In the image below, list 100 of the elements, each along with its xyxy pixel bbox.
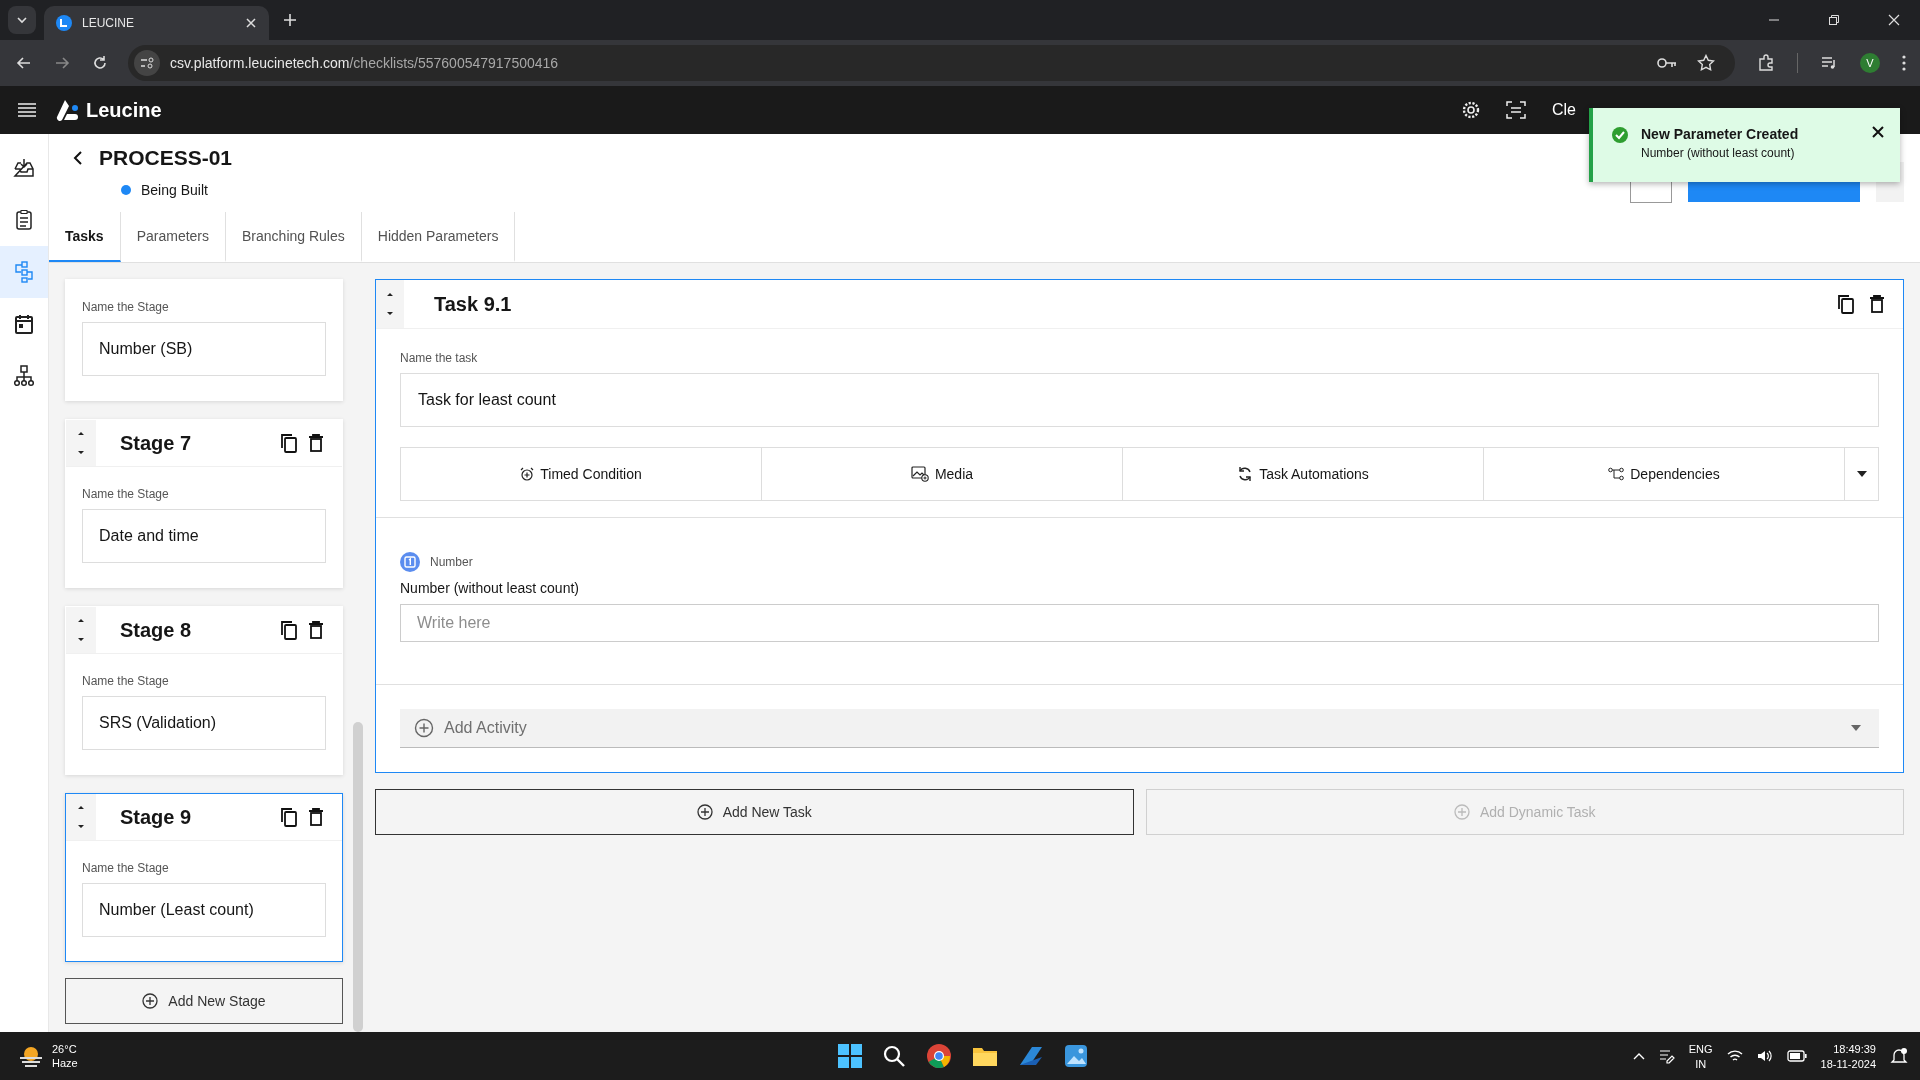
parameter-input-field[interactable]: Write here xyxy=(400,604,1879,642)
toast-title: New Parameter Created xyxy=(1641,126,1800,142)
field-label: Name the Stage xyxy=(82,300,170,314)
extensions-icon[interactable] xyxy=(1757,54,1775,72)
field-label: Name the task xyxy=(400,351,479,365)
delete-icon[interactable] xyxy=(308,434,324,452)
flowchart-icon xyxy=(13,261,35,283)
copy-icon[interactable] xyxy=(1837,294,1855,314)
tab[interactable]: Branching Rules xyxy=(226,212,362,262)
stage-card[interactable]: Stage 7 Name the Stage Date and time xyxy=(65,419,343,588)
volume-icon[interactable] xyxy=(1756,1049,1773,1063)
process-title: PROCESS-01 xyxy=(99,146,233,170)
field-label: Name the Stage xyxy=(82,674,170,688)
app-logo-text: Leucine xyxy=(86,98,162,122)
add-task-button[interactable]: Add New Task xyxy=(375,789,1134,835)
delete-icon[interactable] xyxy=(308,621,324,639)
plus-circle-icon xyxy=(696,804,713,820)
stage-title: Stage 7 xyxy=(120,431,192,455)
star-icon[interactable] xyxy=(1697,54,1715,72)
task-name-field[interactable]: Task for least count xyxy=(400,373,1879,427)
plus-circle-icon xyxy=(142,993,159,1009)
clock-time[interactable]: 18:49:39 xyxy=(1833,1042,1876,1055)
new-tab-icon[interactable] xyxy=(283,13,297,27)
stage-name-field[interactable]: SRS (Validation) xyxy=(82,696,326,750)
success-icon xyxy=(1611,126,1629,144)
stage-title: Stage 8 xyxy=(120,618,192,642)
alarm-clock-icon xyxy=(520,467,535,481)
parameter-type: Number xyxy=(430,555,473,569)
back-icon[interactable] xyxy=(73,151,83,165)
copy-icon[interactable] xyxy=(280,807,298,827)
copy-icon[interactable] xyxy=(280,433,298,453)
search-icon[interactable] xyxy=(882,1044,906,1068)
notification-bell-icon[interactable] xyxy=(1890,1047,1908,1065)
clock-date[interactable]: 18-11-2024 xyxy=(1820,1057,1876,1070)
menu-icon[interactable] xyxy=(18,103,36,117)
close-icon[interactable] xyxy=(1872,126,1884,138)
scan-icon[interactable] xyxy=(1506,101,1526,119)
header-link[interactable]: Cle xyxy=(1552,101,1576,119)
stage-card[interactable]: Stage 8 Name the Stage SRS (Validation) xyxy=(65,606,343,775)
browser-icon[interactable] xyxy=(926,1043,952,1069)
chevron-up-icon[interactable] xyxy=(1632,1052,1645,1060)
stage-name-field[interactable]: Number (Least count) xyxy=(82,883,326,937)
plus-circle-icon xyxy=(1453,804,1470,820)
back-icon[interactable] xyxy=(16,55,32,71)
start-icon[interactable] xyxy=(838,1044,862,1068)
number-type-icon xyxy=(400,552,420,572)
input-region[interactable]: IN xyxy=(1695,1057,1707,1070)
weather-condition: Haze xyxy=(52,1057,78,1069)
input-language[interactable]: ENG xyxy=(1688,1042,1713,1055)
photos-app-icon[interactable] xyxy=(1064,1044,1088,1068)
stage-card[interactable]: Stage 9 Name the Stage Number (Least count) xyxy=(65,793,343,962)
stage-name-field[interactable]: Number (SB) xyxy=(82,322,326,376)
stage-card[interactable]: Name the Stage Number (SB) xyxy=(65,279,343,401)
site-favicon-icon xyxy=(56,15,72,31)
calendar-icon xyxy=(13,313,35,335)
arrow-app-icon[interactable] xyxy=(1018,1045,1044,1067)
dropdown-caret-icon xyxy=(1851,725,1861,731)
add-stage-button[interactable]: Add New Stage xyxy=(65,978,343,1024)
delete-icon[interactable] xyxy=(1869,295,1885,313)
reload-icon[interactable] xyxy=(92,55,108,71)
task-title: Task 9.1 xyxy=(434,292,512,316)
pen-menu-icon[interactable] xyxy=(1658,1048,1675,1064)
profile-avatar[interactable]: V xyxy=(1860,53,1880,73)
image-add-icon xyxy=(910,466,929,482)
tab-list-icon[interactable] xyxy=(8,6,36,34)
more-options-icon[interactable] xyxy=(1902,55,1906,71)
folder-icon[interactable] xyxy=(972,1045,998,1067)
stage-name-field[interactable]: Date and time xyxy=(82,509,326,563)
tab[interactable]: Hidden Parameters xyxy=(361,212,516,262)
key-icon[interactable] xyxy=(1657,56,1677,70)
clipboard-icon xyxy=(13,209,35,231)
add-activity-label: Add Activity xyxy=(444,719,527,737)
weather-haze-icon xyxy=(18,1044,44,1068)
refresh-icon xyxy=(1237,466,1254,482)
toast-message: Number (without least count) xyxy=(1641,146,1796,160)
media-queue-icon[interactable] xyxy=(1820,54,1838,72)
wifi-icon[interactable] xyxy=(1726,1049,1743,1063)
add-activity-dropdown[interactable]: Add Activity xyxy=(400,709,1879,748)
delete-icon[interactable] xyxy=(308,808,324,826)
temperature: 26°C xyxy=(52,1043,78,1055)
restore-icon[interactable] xyxy=(1828,14,1840,26)
connection-icon xyxy=(1608,467,1625,481)
forward-icon[interactable] xyxy=(54,55,70,71)
field-label: Name the Stage xyxy=(82,487,170,501)
scrollbar[interactable] xyxy=(353,722,363,1032)
settings-icon[interactable] xyxy=(1462,101,1480,119)
plus-circle-icon xyxy=(414,718,434,738)
battery-icon[interactable] xyxy=(1786,1050,1807,1062)
hierarchy-icon xyxy=(13,365,35,387)
inbox-icon xyxy=(13,157,35,179)
field-label: Name the Stage xyxy=(82,861,170,875)
address-bar[interactable]: csv.platform.leucinetech.com/checklists/557600547917500416 xyxy=(128,45,1735,81)
parameter-label: Number (without least count) xyxy=(400,580,580,596)
copy-icon[interactable] xyxy=(280,620,298,640)
tab-title: LEUCINE xyxy=(82,16,135,30)
close-tab-icon[interactable] xyxy=(245,17,257,29)
site-settings-icon[interactable] xyxy=(134,50,160,76)
stage-title: Stage 9 xyxy=(120,805,192,829)
tab[interactable]: Parameters xyxy=(120,212,227,262)
browser-tab[interactable]: LEUCINE xyxy=(44,6,269,40)
